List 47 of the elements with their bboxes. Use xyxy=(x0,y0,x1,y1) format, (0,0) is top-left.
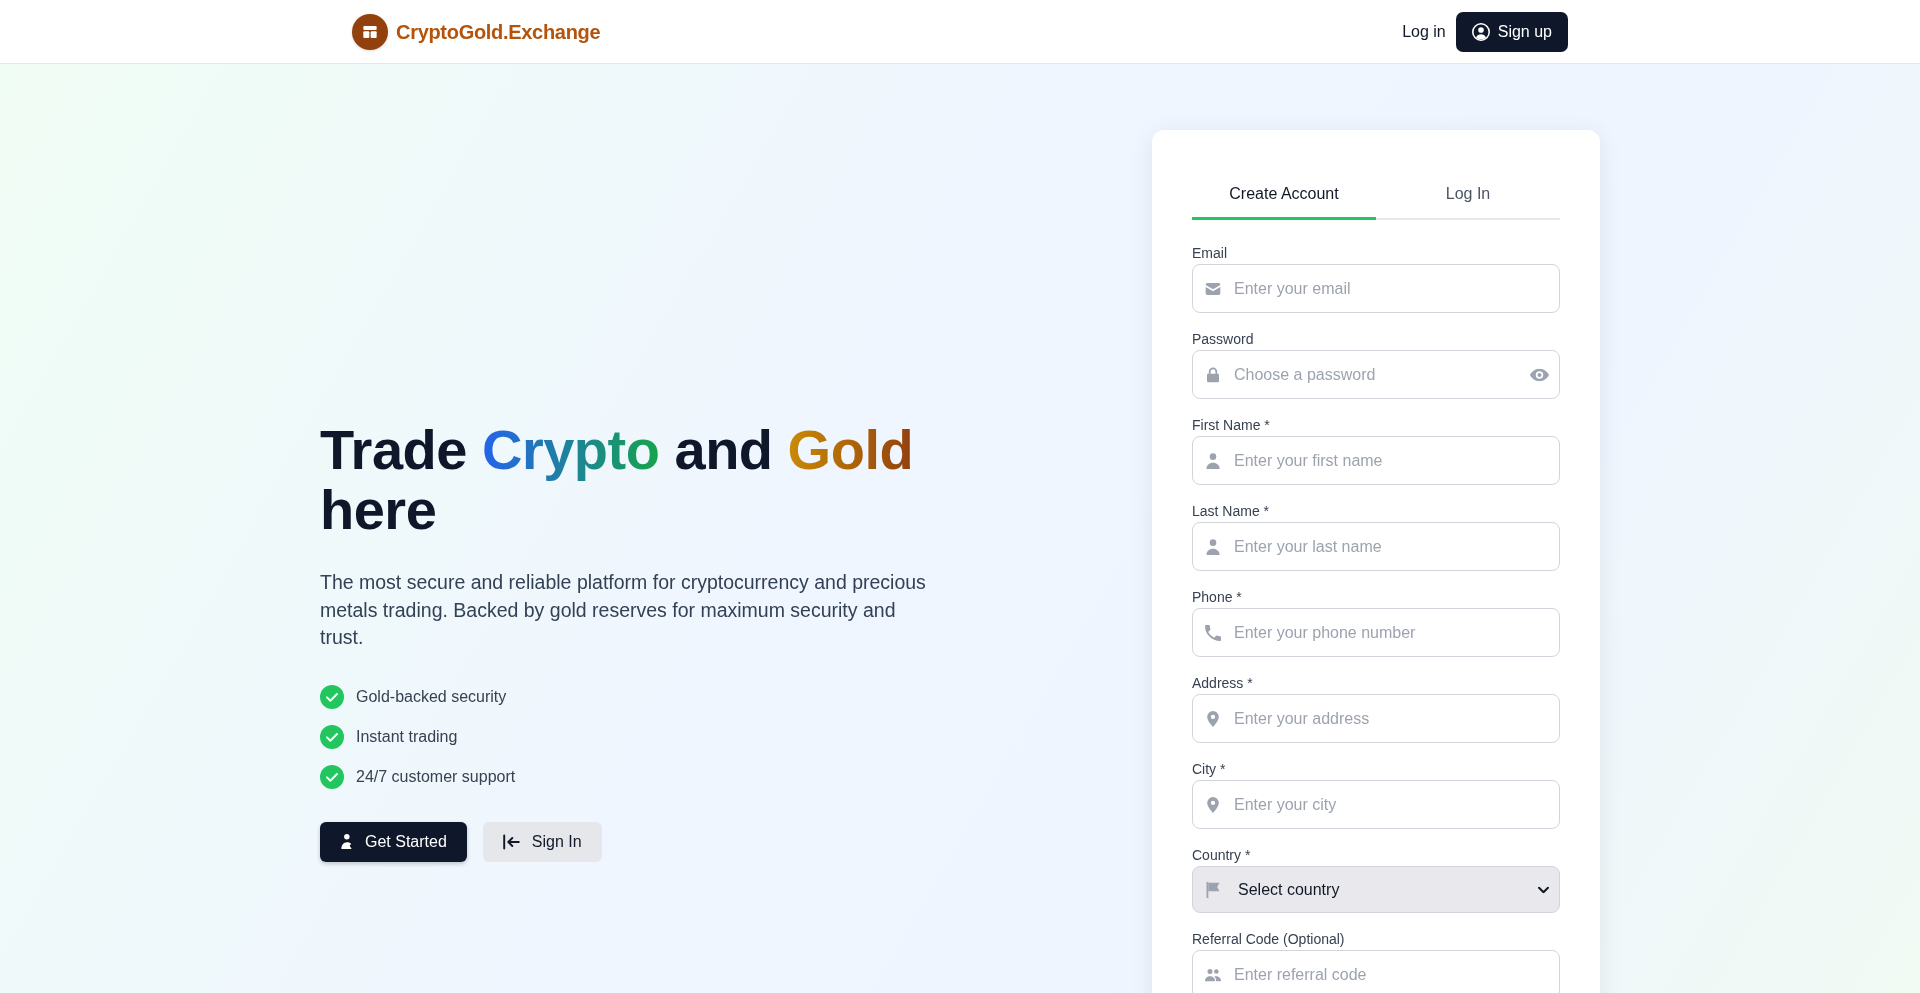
location-input[interactable]: Enter your city xyxy=(1192,780,1560,829)
person-icon xyxy=(1205,452,1221,469)
field-label: Last Name * xyxy=(1192,502,1271,521)
field-label: Address * xyxy=(1192,674,1254,693)
location-input[interactable]: Enter your address xyxy=(1192,694,1560,743)
flag-icon xyxy=(1205,881,1221,898)
map-pin-icon xyxy=(1205,796,1221,813)
form-tab[interactable]: Create Account xyxy=(1192,170,1376,220)
lock-icon xyxy=(1205,366,1221,383)
feature-text: Gold-backed security xyxy=(356,686,507,707)
people-icon xyxy=(1205,966,1221,983)
check-circle-icon xyxy=(320,684,344,709)
hero-heading: Trade Crypto and Gold here xyxy=(320,420,915,540)
check-circle-icon xyxy=(320,764,344,789)
check-circle-icon xyxy=(320,724,344,749)
field-label: City * xyxy=(1192,760,1227,779)
phone-input[interactable]: Enter your phone number xyxy=(1192,608,1560,657)
feature-text: 24/7 customer support xyxy=(356,766,516,787)
password-input[interactable]: Choose a password xyxy=(1192,350,1560,399)
field-label: First Name * xyxy=(1192,416,1271,435)
referral-input[interactable]: Enter referral code xyxy=(1192,950,1560,993)
person-icon xyxy=(1205,538,1221,555)
field-label: Country * xyxy=(1192,846,1252,865)
phone-icon xyxy=(1205,624,1221,641)
bar-arrow-left-icon xyxy=(502,833,520,850)
logo-icon xyxy=(352,13,388,50)
country-select[interactable]: Select country xyxy=(1192,866,1560,913)
field-label: Referral Code (Optional) xyxy=(1192,930,1346,949)
login-link[interactable]: Log in xyxy=(1402,19,1446,44)
field-label: Password xyxy=(1192,330,1255,349)
sign-in-button[interactable]: Sign In xyxy=(482,821,602,862)
field-label: Email xyxy=(1192,244,1228,263)
email-input[interactable]: Enter your email xyxy=(1192,264,1560,313)
field-label: Phone * xyxy=(1192,588,1243,607)
name-input[interactable]: Enter your last name xyxy=(1192,522,1560,571)
map-pin-icon xyxy=(1205,710,1221,727)
logo-text[interactable]: CryptoGold.Exchange xyxy=(396,16,601,47)
person-icon xyxy=(340,834,353,849)
feature-text: Instant trading xyxy=(356,726,458,747)
user-circle-icon xyxy=(1471,22,1490,41)
get-started-button[interactable]: Get Started xyxy=(320,821,467,862)
signup-button[interactable]: Sign up xyxy=(1455,11,1568,52)
chevron-down-icon xyxy=(1538,886,1549,893)
hero-description: The most secure and reliable platform for cryptocurrency and precious metals trading. Backed by gold reserves for maximum security and trust. xyxy=(320,570,927,650)
name-input[interactable]: Enter your first name xyxy=(1192,436,1560,485)
envelope-icon xyxy=(1205,280,1221,297)
form-tab[interactable]: Log In xyxy=(1376,170,1560,220)
